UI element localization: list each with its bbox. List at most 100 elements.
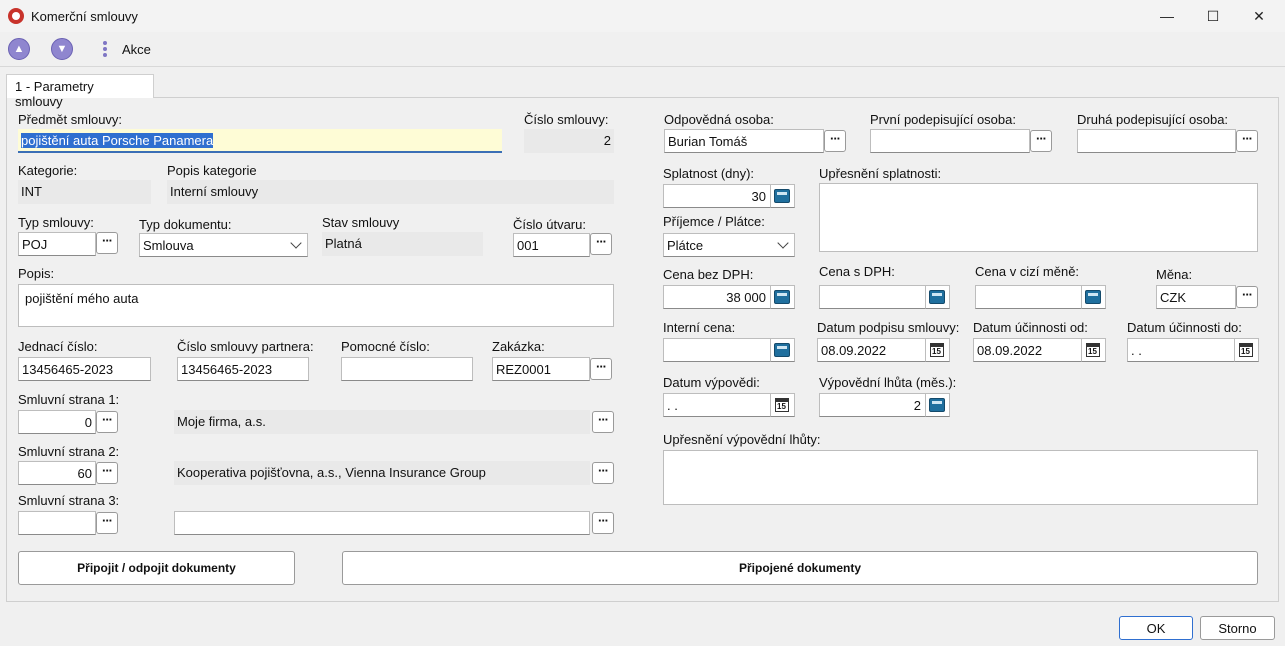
storno-button[interactable]: Storno [1200, 616, 1275, 640]
prvni-osoba-input[interactable] [870, 129, 1030, 153]
cena-s-dph-calculator-button[interactable] [926, 285, 950, 309]
ucinnost-od-calendar-button[interactable] [1082, 338, 1106, 362]
calculator-icon [929, 290, 945, 304]
vypovedni-lhuta-calculator-button[interactable] [926, 393, 950, 417]
cislo-smlouvy-field: 2 [524, 129, 614, 153]
calendar-icon [1239, 343, 1253, 357]
calendar-icon [930, 343, 944, 357]
ucinnost-od-input[interactable]: 08.09.2022 [973, 338, 1082, 362]
previous-record-icon[interactable]: ▲ [8, 38, 30, 60]
datum-vypovedi-input[interactable]: . . [663, 393, 771, 417]
splatnost-calculator-button[interactable] [771, 184, 795, 208]
interni-cena-calculator-button[interactable] [771, 338, 795, 362]
pripojene-dokumenty-button[interactable]: Připojené dokumenty [342, 551, 1258, 585]
upresneni-splatnosti-label: Upřesnění splatnosti: [819, 166, 942, 181]
cena-bez-dph-label: Cena bez DPH: [663, 267, 754, 282]
strana1-name-browse-button[interactable]: ··· [592, 411, 614, 433]
mena-label: Měna: [1156, 267, 1193, 282]
cena-cizi-mena-input[interactable] [975, 285, 1082, 309]
datum-vypovedi-calendar-button[interactable] [771, 393, 795, 417]
app-logo-icon [8, 8, 24, 24]
stav-smlouvy-label: Stav smlouvy [322, 215, 400, 230]
cislo-utvaru-browse-button[interactable]: ··· [590, 233, 612, 255]
datum-podpisu-calendar-button[interactable] [926, 338, 950, 362]
strana2-id-input[interactable]: 60 [18, 461, 96, 485]
strana2-browse-button[interactable]: ··· [96, 462, 118, 484]
toolbar: ▲ ▼ Akce [0, 32, 1285, 67]
ucinnost-od-label: Datum účinnosti od: [973, 320, 1088, 335]
strana2-name-field: Kooperativa pojišťovna, a.s., Vienna Ins… [174, 461, 590, 485]
strana1-label: Smluvní strana 1: [18, 392, 120, 407]
cena-bez-dph-input[interactable]: 38 000 [663, 285, 771, 309]
typ-smlouvy-browse-button[interactable]: ··· [96, 232, 118, 254]
more-vertical-icon[interactable] [101, 40, 109, 60]
typ-dokumentu-select[interactable]: Smlouva [139, 233, 308, 257]
vypovedni-lhuta-input[interactable]: 2 [819, 393, 926, 417]
strana3-name-input[interactable] [174, 511, 590, 535]
tab-parametry-smlouvy[interactable]: 1 - Parametry smlouvy [6, 74, 154, 109]
prvni-osoba-label: První podepisující osoba: [870, 112, 1016, 127]
datum-vypovedi-label: Datum výpovědi: [663, 375, 760, 390]
mena-browse-button[interactable]: ··· [1236, 286, 1258, 308]
cena-cizi-mena-label: Cena v cizí měně: [975, 264, 1080, 279]
strana2-label: Smluvní strana 2: [18, 444, 120, 459]
ok-button[interactable]: OK [1119, 616, 1193, 640]
ucinnost-do-input[interactable]: . . [1127, 338, 1235, 362]
ucinnost-do-calendar-button[interactable] [1235, 338, 1259, 362]
interni-cena-label: Interní cena: [663, 320, 736, 335]
datum-podpisu-input[interactable]: 08.09.2022 [817, 338, 926, 362]
mena-input[interactable]: CZK [1156, 285, 1236, 309]
predmet-input[interactable]: pojištění auta Porsche Panamera [18, 129, 502, 153]
jednaci-cislo-input[interactable]: 13456465-2023 [18, 357, 151, 381]
calculator-icon [774, 290, 790, 304]
prijemce-platce-label: Příjemce / Plátce: [663, 214, 765, 229]
akce-menu[interactable]: Akce [122, 42, 151, 57]
strana1-browse-button[interactable]: ··· [96, 411, 118, 433]
zakazka-browse-button[interactable]: ··· [590, 358, 612, 380]
kategorie-field: INT [18, 180, 151, 204]
strana1-id-input[interactable]: 0 [18, 410, 96, 434]
strana3-label: Smluvní strana 3: [18, 493, 120, 508]
typ-smlouvy-label: Typ smlouvy: [18, 215, 94, 230]
calculator-icon [774, 343, 790, 357]
cena-cizi-mena-calculator-button[interactable] [1082, 285, 1106, 309]
strana3-browse-button[interactable]: ··· [96, 512, 118, 534]
interni-cena-input[interactable] [663, 338, 771, 362]
upresneni-vypovedni-textarea[interactable] [663, 450, 1258, 505]
calendar-icon [775, 398, 789, 412]
strana3-name-browse-button[interactable]: ··· [592, 512, 614, 534]
druha-osoba-input[interactable] [1077, 129, 1236, 153]
maximize-icon[interactable]: ☐ [1190, 0, 1236, 32]
odpovedna-osoba-label: Odpovědná osoba: [664, 112, 774, 127]
next-record-icon[interactable]: ▼ [51, 38, 73, 60]
pomocne-cislo-input[interactable] [341, 357, 473, 381]
calendar-icon [1086, 343, 1100, 357]
strana3-id-input[interactable] [18, 511, 96, 535]
popis-kategorie-label: Popis kategorie [167, 163, 257, 178]
splatnost-input[interactable]: 30 [663, 184, 771, 208]
popis-label: Popis: [18, 266, 55, 281]
druha-osoba-browse-button[interactable]: ··· [1236, 130, 1258, 152]
cena-s-dph-input[interactable] [819, 285, 926, 309]
cislo-partnera-input[interactable]: 13456465-2023 [177, 357, 309, 381]
pripojit-dokumenty-button[interactable]: Připojit / odpojit dokumenty [18, 551, 295, 585]
popis-textarea[interactable]: pojištění mého auta [18, 284, 614, 327]
upresneni-splatnosti-textarea[interactable] [819, 183, 1258, 252]
predmet-label: Předmět smlouvy: [18, 112, 123, 127]
title-bar: Komerční smlouvy — ☐ ✕ [0, 0, 1285, 32]
cislo-utvaru-input[interactable]: 001 [513, 233, 590, 257]
stav-smlouvy-field: Platná [322, 232, 483, 256]
ucinnost-do-label: Datum účinnosti do: [1127, 320, 1242, 335]
typ-smlouvy-input[interactable]: POJ [18, 232, 96, 256]
odpovedna-osoba-input[interactable]: Burian Tomáš [664, 129, 824, 153]
jednaci-cislo-label: Jednací číslo: [18, 339, 98, 354]
close-icon[interactable]: ✕ [1236, 0, 1282, 32]
zakazka-input[interactable]: REZ0001 [492, 357, 590, 381]
odpovedna-osoba-browse-button[interactable]: ··· [824, 130, 846, 152]
minimize-icon[interactable]: — [1144, 0, 1190, 32]
strana2-name-browse-button[interactable]: ··· [592, 462, 614, 484]
strana1-name-field: Moje firma, a.s. [174, 410, 590, 434]
prijemce-platce-select[interactable]: Plátce [663, 233, 795, 257]
prvni-osoba-browse-button[interactable]: ··· [1030, 130, 1052, 152]
cena-bez-dph-calculator-button[interactable] [771, 285, 795, 309]
